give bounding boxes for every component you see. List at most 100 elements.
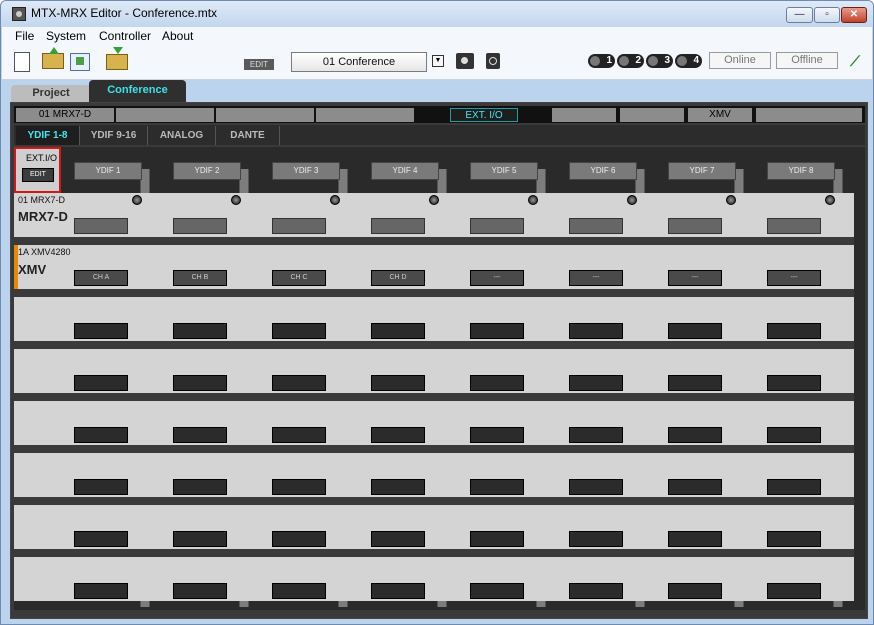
patch-cell[interactable] [173,479,227,495]
tab-ydif-1-8[interactable]: YDIF 1-8 [16,126,80,145]
menu-file[interactable]: File [15,29,34,43]
channel-cell[interactable]: CH C [272,270,326,286]
channel-cell[interactable]: CH D [371,270,425,286]
tab-conference[interactable]: Conference [89,80,186,102]
patch-cell[interactable] [767,583,821,599]
patch-cell[interactable] [767,218,821,234]
patch-cell[interactable] [569,323,623,339]
close-button[interactable]: ✕ [841,7,867,23]
patch-cell[interactable] [569,583,623,599]
connector-pin[interactable] [429,195,439,205]
maximize-button[interactable]: ▫ [814,7,840,23]
patch-cell[interactable] [470,375,524,391]
patch-cell[interactable] [74,583,128,599]
device-tab-2[interactable] [116,108,214,122]
patch-cell[interactable] [272,427,326,443]
new-file-icon[interactable] [14,52,30,72]
device-tab-7[interactable] [620,108,684,122]
patch-cell[interactable] [371,531,425,547]
patch-cell[interactable] [371,479,425,495]
menu-about[interactable]: About [162,29,193,43]
device-tab-6[interactable] [552,108,616,122]
connector-pin[interactable] [132,195,142,205]
camera-icon[interactable] [456,53,474,69]
vertical-scrollbar[interactable] [856,147,865,610]
patch-cell[interactable] [173,427,227,443]
connector-pin[interactable] [330,195,340,205]
patch-cell[interactable] [272,531,326,547]
chevron-down-icon[interactable]: ▼ [432,55,444,67]
ext-io-edit-button[interactable]: EDIT [22,168,54,182]
patch-cell[interactable] [272,375,326,391]
channel-cell[interactable]: --- [767,270,821,286]
patch-cell[interactable] [470,427,524,443]
tab-project[interactable]: Project [11,85,91,102]
menu-system[interactable]: System [46,29,86,43]
patch-cell[interactable] [371,583,425,599]
channel-cell[interactable]: --- [569,270,623,286]
patch-cell[interactable] [371,323,425,339]
connector-pin[interactable] [825,195,835,205]
device-tab-ext-io[interactable]: EXT. I/O [450,108,518,122]
patch-cell[interactable] [272,218,326,234]
tab-ydif-9-16[interactable]: YDIF 9-16 [80,126,148,145]
device-tab-4[interactable] [316,108,414,122]
patch-cell[interactable] [272,583,326,599]
patch-cell[interactable] [371,218,425,234]
channel-cell[interactable]: --- [668,270,722,286]
save-file-icon[interactable] [106,47,128,70]
patch-cell[interactable] [74,427,128,443]
patch-cell[interactable] [668,583,722,599]
patch-cell[interactable] [74,375,128,391]
patch-cell[interactable] [569,375,623,391]
patch-cell[interactable] [668,531,722,547]
patch-cell[interactable] [767,479,821,495]
patch-cell[interactable] [569,531,623,547]
patch-cell[interactable] [272,479,326,495]
patch-cell[interactable] [668,218,722,234]
patch-cell[interactable] [569,479,623,495]
patch-cell[interactable] [470,479,524,495]
open-file-icon[interactable] [42,47,64,69]
patch-cell[interactable] [173,531,227,547]
patch-cell[interactable] [371,427,425,443]
preset-selector[interactable]: 01 Conference [291,52,427,72]
tab-analog[interactable]: ANALOG [148,126,216,145]
patch-cell[interactable] [470,323,524,339]
patch-cell[interactable] [668,427,722,443]
minimize-button[interactable]: — [786,7,813,23]
patch-cell[interactable] [569,218,623,234]
channel-cell[interactable]: --- [470,270,524,286]
patch-cell[interactable] [173,218,227,234]
device-tab-mrx7d[interactable]: 01 MRX7-D [16,108,114,122]
patch-cell[interactable] [74,531,128,547]
device-tab-3[interactable] [216,108,314,122]
patch-cell[interactable] [767,323,821,339]
patch-cell[interactable] [74,479,128,495]
device-tab-xmv[interactable]: XMV [688,108,752,122]
connector-pin[interactable] [726,195,736,205]
channel-cell[interactable]: CH B [173,270,227,286]
patch-cell[interactable] [470,218,524,234]
patch-cell[interactable] [74,218,128,234]
link-icon[interactable] [486,53,500,69]
connector-pin[interactable] [627,195,637,205]
patch-cell[interactable] [173,583,227,599]
patch-cell[interactable] [74,323,128,339]
patch-cell[interactable] [371,375,425,391]
patch-cell[interactable] [767,427,821,443]
patch-cell[interactable] [272,323,326,339]
patch-cell[interactable] [668,375,722,391]
patch-cell[interactable] [668,323,722,339]
patch-cell[interactable] [767,375,821,391]
tab-dante[interactable]: DANTE [216,126,280,145]
patch-cell[interactable] [470,583,524,599]
channel-cell[interactable]: CH A [74,270,128,286]
connector-pin[interactable] [231,195,241,205]
copy-device-icon[interactable] [70,53,90,71]
connector-pin[interactable] [528,195,538,205]
device-tab-9[interactable] [756,108,862,122]
patch-cell[interactable] [173,323,227,339]
patch-cell[interactable] [668,479,722,495]
offline-button[interactable]: Offline [776,52,838,69]
